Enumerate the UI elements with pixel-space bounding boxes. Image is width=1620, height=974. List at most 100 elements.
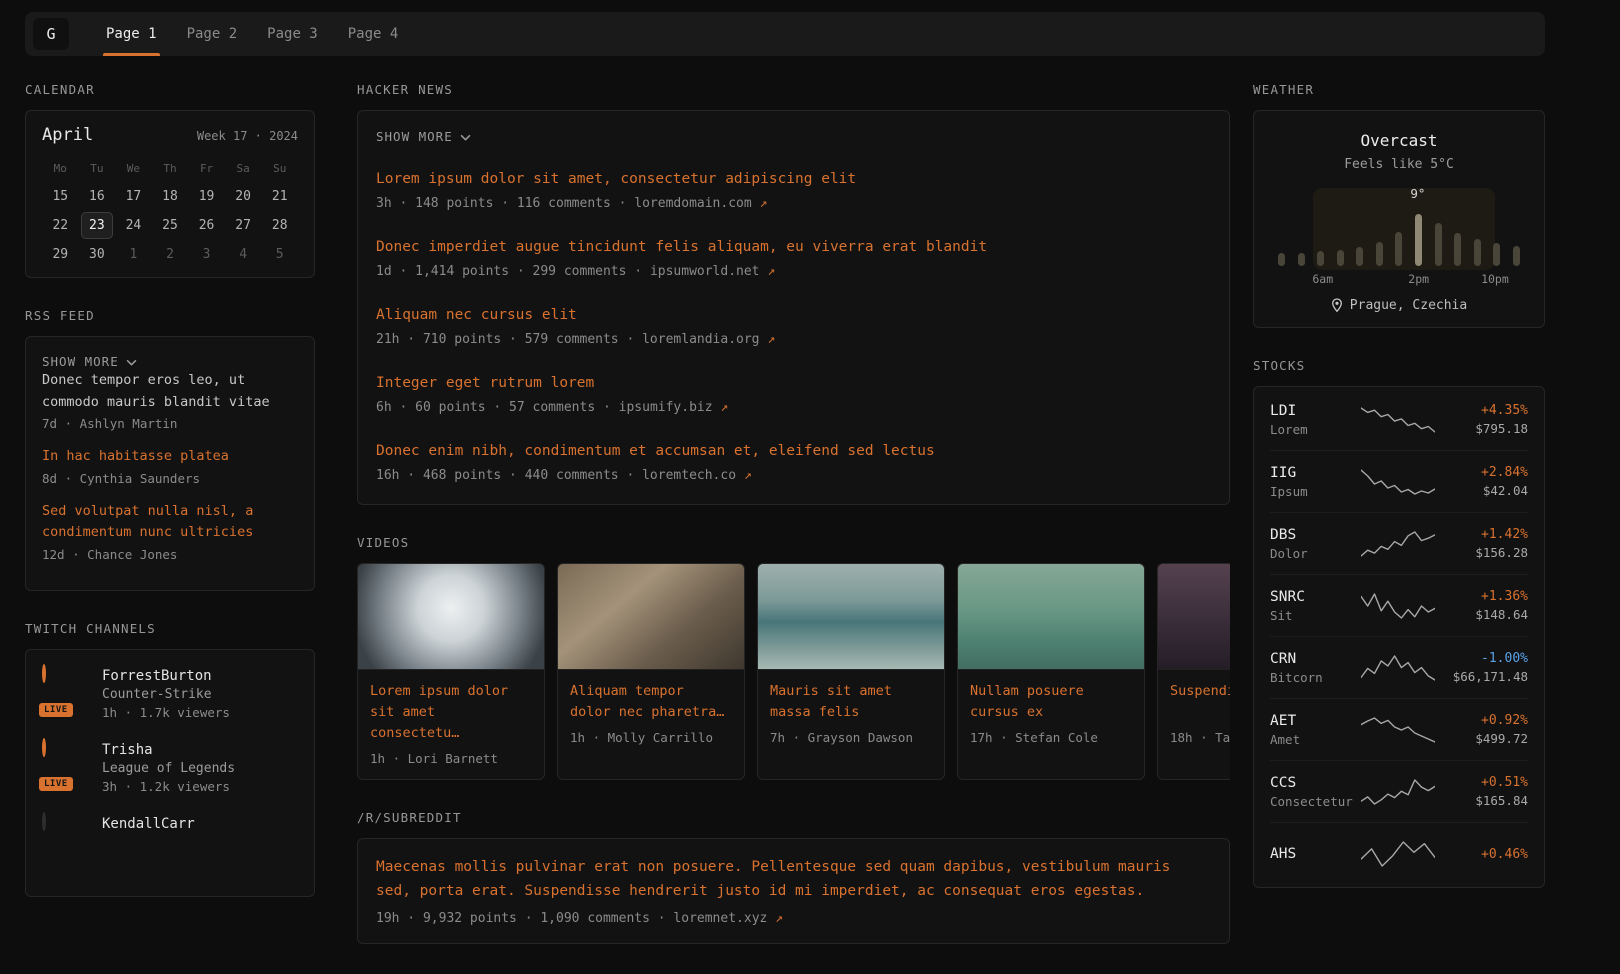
subreddit-section: /R/SUBREDDIT Maecenas mollis pulvinar er… <box>357 810 1230 944</box>
stock-row: SNRC Sit +1.36% $148.64 <box>1270 575 1528 637</box>
stock-row: LDI Lorem +4.35% $795.18 <box>1270 389 1528 451</box>
rss-section: RSS FEED SHOW MORE Donec tempor eros leo… <box>25 308 315 591</box>
hn-source-link[interactable]: loremlandia.org ↗ <box>642 332 775 347</box>
calendar-section-title: CALENDAR <box>25 82 315 97</box>
reddit-source-link[interactable]: loremnet.xyz ↗ <box>673 911 783 926</box>
stock-symbol: CCS <box>1270 775 1360 791</box>
stock-values: +0.51% $165.84 <box>1436 775 1528 808</box>
video-body: Nullam posuere cursus ex 17h · Stefan Co… <box>958 670 1144 758</box>
video-card[interactable]: Suspendisse diam 18h · Tara <box>1157 563 1230 780</box>
hn-meta-text: 1d · 1,414 points · 299 comments · <box>376 264 650 279</box>
stock-change: +4.35% <box>1436 403 1528 418</box>
stock-change: -1.00% <box>1436 651 1528 666</box>
page-tab[interactable]: Page 1 <box>91 12 172 56</box>
hn-source-link[interactable]: loremtech.co ↗ <box>642 468 752 483</box>
rss-article-link[interactable]: Sed volutpat nulla nisl, a condimentum n… <box>42 501 298 544</box>
twitch-channel[interactable]: LIVE ForrestBurton Counter-Strike 1h · 1… <box>42 666 298 720</box>
video-body: Lorem ipsum dolor sit amet consectetu… 1… <box>358 670 544 779</box>
app-logo[interactable]: G <box>33 18 69 50</box>
videos-row: Lorem ipsum dolor sit amet consectetu… 1… <box>357 563 1230 780</box>
hn-show-more-button[interactable]: SHOW MORE <box>376 119 471 156</box>
rss-show-more-button[interactable]: SHOW MORE <box>42 354 137 369</box>
video-card[interactable]: Lorem ipsum dolor sit amet consectetu… 1… <box>357 563 545 780</box>
calendar-week-label: Week 17 · 2024 <box>197 129 298 143</box>
hn-item: Lorem ipsum dolor sit amet, consectetur … <box>376 156 1211 224</box>
page-tab[interactable]: Page 2 <box>172 12 253 56</box>
video-card[interactable]: Nullam posuere cursus ex 17h · Stefan Co… <box>957 563 1145 780</box>
twitch-channel[interactable]: KendallCarr <box>42 814 298 860</box>
hn-story-link[interactable]: Lorem ipsum dolor sit amet, consectetur … <box>376 169 1211 190</box>
calendar-day: 20 <box>227 183 259 210</box>
hn-story-link[interactable]: Donec enim nibh, condimentum et accumsan… <box>376 441 1211 462</box>
reddit-source-domain: loremnet.xyz <box>673 911 767 926</box>
stock-name: Lorem <box>1270 422 1360 437</box>
right-column: WEATHER Overcast Feels like 5°C 9° 6am 2… <box>1253 82 1545 918</box>
stock-identity: SNRC Sit <box>1270 589 1360 623</box>
video-thumbnail <box>1158 564 1230 670</box>
video-thumbnail <box>358 564 544 670</box>
weather-time-labels: 6am 2pm 10pm <box>1276 272 1522 286</box>
hn-meta-text: 21h · 710 points · 579 comments · <box>376 332 642 347</box>
stock-name: Consectetur <box>1270 794 1360 809</box>
calendar-day: 21 <box>264 183 296 210</box>
stock-price: $42.04 <box>1436 483 1528 498</box>
stock-symbol: DBS <box>1270 527 1360 543</box>
stock-values: -1.00% $66,171.48 <box>1436 651 1528 684</box>
channel-avatar: LIVE <box>42 740 88 786</box>
calendar-day: 1 <box>117 241 149 268</box>
calendar-day-of-week: Sa <box>237 155 250 182</box>
hn-item: Integer eget rutrum lorem 6h · 60 points… <box>376 360 1211 428</box>
video-card[interactable]: Aliquam tempor dolor nec pharetra… 1h · … <box>557 563 745 780</box>
calendar-day: 28 <box>264 212 296 239</box>
weather-condition: Overcast <box>1270 131 1528 150</box>
rss-item: Donec tempor eros leo, ut commodo mauris… <box>42 370 298 431</box>
hn-source-link[interactable]: ipsumify.biz ↗ <box>619 400 729 415</box>
stock-symbol: IIG <box>1270 465 1360 481</box>
calendar-day: 30 <box>81 241 113 268</box>
channel-viewers: 1h · 1.7k viewers <box>102 705 230 720</box>
reddit-post: Maecenas mollis pulvinar erat non posuer… <box>376 856 1211 926</box>
chevron-down-icon <box>460 134 471 141</box>
twitch-widget: LIVE ForrestBurton Counter-Strike 1h · 1… <box>25 649 315 897</box>
page-tab[interactable]: Page 3 <box>252 12 333 56</box>
hn-story-link[interactable]: Aliquam nec cursus elit <box>376 305 1211 326</box>
calendar-day: 4 <box>227 241 259 268</box>
stock-name: Sit <box>1270 608 1360 623</box>
hn-meta: 3h · 148 points · 116 comments · loremdo… <box>376 196 1211 211</box>
calendar-month: April <box>42 125 93 145</box>
hn-story-link[interactable]: Donec imperdiet augue tincidunt felis al… <box>376 237 1211 258</box>
reddit-post-meta: 19h · 9,932 points · 1,090 comments · lo… <box>376 911 1211 926</box>
twitch-channel[interactable]: LIVE Trisha League of Legends 3h · 1.2k … <box>42 740 298 794</box>
stocks-widget: LDI Lorem +4.35% $795.18 IIG Ipsum <box>1253 386 1545 888</box>
channel-info: KendallCarr <box>102 814 195 860</box>
rss-item: In hac habitasse platea 8d · Cynthia Sau… <box>42 446 298 486</box>
external-link-icon: ↗ <box>720 400 728 415</box>
calendar-day: 22 <box>44 212 76 239</box>
page-tab-label: Page 3 <box>267 26 318 42</box>
weather-feels-like: Feels like 5°C <box>1270 157 1528 172</box>
weather-location-text: Prague, Czechia <box>1350 298 1467 313</box>
video-card[interactable]: Mauris sit amet massa felis 7h · Grayson… <box>757 563 945 780</box>
hn-source-link[interactable]: ipsumworld.net ↗ <box>650 264 775 279</box>
stock-price: $156.28 <box>1436 545 1528 560</box>
page-tab-label: Page 4 <box>348 26 399 42</box>
stock-identity: CRN Bitcorn <box>1270 651 1360 685</box>
stock-change: +2.84% <box>1436 465 1528 480</box>
rss-article-link[interactable]: Donec tempor eros leo, ut commodo mauris… <box>42 370 298 413</box>
rss-article-link[interactable]: In hac habitasse platea <box>42 446 298 468</box>
page-tab[interactable]: Page 4 <box>333 12 414 56</box>
calendar-day: 17 <box>117 183 149 210</box>
video-thumbnail <box>958 564 1144 670</box>
weather-bars <box>1278 210 1520 266</box>
stock-name: Ipsum <box>1270 484 1360 499</box>
hn-meta-text: 6h · 60 points · 57 comments · <box>376 400 619 415</box>
reddit-post-link[interactable]: Maecenas mollis pulvinar erat non posuer… <box>376 856 1211 904</box>
rss-meta: 8d · Cynthia Saunders <box>42 471 298 486</box>
calendar-day: 27 <box>227 212 259 239</box>
avatar <box>42 664 46 683</box>
hn-story-link[interactable]: Integer eget rutrum lorem <box>376 373 1211 394</box>
hackernews-widget: SHOW MORE Lorem ipsum dolor sit amet, co… <box>357 110 1230 505</box>
external-link-icon: ↗ <box>775 911 783 926</box>
hn-source-link[interactable]: loremdomain.com ↗ <box>634 196 767 211</box>
hn-meta: 16h · 468 points · 440 comments · loremt… <box>376 468 1211 483</box>
